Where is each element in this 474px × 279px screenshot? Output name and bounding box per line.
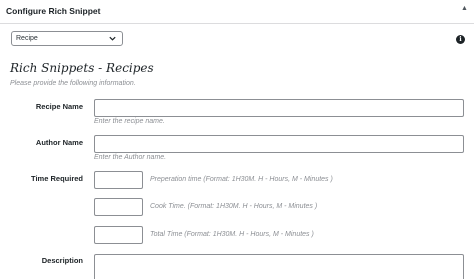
author-name-input[interactable] — [94, 135, 464, 153]
chevron-down-icon — [109, 36, 116, 41]
section-heading: Rich Snippets - Recipes — [10, 61, 154, 75]
recipe-name-hint: Enter the recipe name. — [94, 118, 165, 125]
time-required-label: Time Required — [31, 174, 83, 183]
info-icon[interactable]: i — [456, 35, 465, 44]
schema-type-select[interactable]: Recipe — [11, 31, 123, 46]
section-subheading: Please provide the following information… — [10, 80, 136, 87]
recipe-name-label: Recipe Name — [35, 102, 83, 111]
schema-type-selected: Recipe — [16, 35, 38, 42]
prep-time-input[interactable] — [94, 171, 143, 189]
recipe-name-input[interactable] — [94, 99, 464, 117]
description-textarea[interactable] — [94, 254, 464, 279]
info-icon-glyph: i — [459, 35, 462, 43]
cook-time-input[interactable] — [94, 198, 143, 216]
panel-header: Configure Rich Snippet ▲ — [0, 0, 474, 24]
panel-title: Configure Rich Snippet — [6, 6, 101, 16]
author-name-hint: Enter the Author name. — [94, 154, 167, 161]
total-time-hint: Total Time (Format: 1H30M. H - Hours, M … — [150, 231, 314, 238]
collapse-toggle-icon[interactable]: ▲ — [461, 5, 468, 12]
cook-time-hint: Cook Time. (Format: 1H30M. H - Hours, M … — [150, 203, 318, 210]
author-name-label: Author Name — [35, 138, 83, 147]
description-label: Description — [41, 256, 83, 265]
prep-time-hint: Preperation time (Format: 1H30M. H - Hou… — [150, 176, 333, 183]
total-time-input[interactable] — [94, 226, 143, 244]
